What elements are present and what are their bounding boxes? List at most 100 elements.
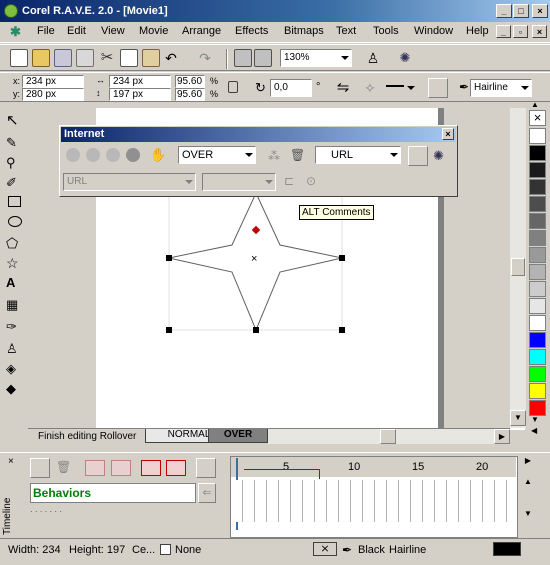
- star-tool-icon[interactable]: ☆: [6, 254, 24, 272]
- eyedropper-tool-icon[interactable]: ✑: [6, 318, 24, 336]
- corel-online-icon[interactable]: ✺: [396, 49, 414, 67]
- internet-close-button[interactable]: ×: [442, 128, 454, 140]
- finish-editing-rollover-tab[interactable]: Finish editing Rollover: [38, 431, 136, 442]
- timeline-scroll-down-icon[interactable]: ▼: [520, 509, 536, 523]
- palette-expand-icon[interactable]: ◀: [531, 426, 537, 435]
- app-icon[interactable]: [4, 4, 18, 18]
- frame-cells[interactable]: [231, 480, 516, 522]
- doc-icon[interactable]: ✱: [10, 25, 22, 38]
- url-dropdown[interactable]: URL: [315, 146, 401, 164]
- hotspot-icon[interactable]: ✋: [150, 146, 168, 164]
- color-swatch[interactable]: [529, 213, 546, 229]
- delete-icon[interactable]: 🗑: [290, 148, 305, 162]
- menu-bitmaps[interactable]: Bitmaps: [284, 25, 324, 37]
- selection-handle[interactable]: [339, 327, 345, 333]
- lock-ratio-icon[interactable]: [228, 81, 238, 93]
- fill-swatch[interactable]: [160, 544, 171, 555]
- wrap-text-icon[interactable]: ✧: [360, 78, 380, 98]
- menu-text[interactable]: Text: [336, 25, 356, 37]
- zoom-tool-icon[interactable]: ⚲: [6, 154, 24, 172]
- behavior-row[interactable]: · · · · · · ·: [30, 507, 220, 517]
- link-ok-icon[interactable]: [126, 148, 140, 162]
- color-swatch[interactable]: [529, 349, 546, 365]
- freehand-tool-icon[interactable]: ✐: [6, 174, 24, 192]
- object-info-icon[interactable]: [408, 146, 428, 166]
- color-swatch[interactable]: [529, 145, 546, 161]
- menu-effects[interactable]: Effects: [235, 25, 268, 37]
- selection-handle[interactable]: [339, 255, 345, 261]
- selection-handle[interactable]: [166, 327, 172, 333]
- menu-arrange[interactable]: Arrange: [182, 25, 221, 37]
- scroll-right-button[interactable]: ▶: [494, 429, 510, 444]
- color-swatch[interactable]: [529, 264, 546, 280]
- zoom-dropdown[interactable]: 130%: [280, 49, 352, 67]
- menu-view[interactable]: View: [101, 25, 125, 37]
- minimize-button[interactable]: _: [496, 4, 512, 18]
- shape-tool-icon[interactable]: ✎: [6, 134, 24, 152]
- horizontal-scrollbar[interactable]: ▶: [268, 429, 510, 444]
- mirror-icon[interactable]: ⇋: [333, 78, 353, 98]
- color-swatch[interactable]: [529, 400, 546, 416]
- maximize-button[interactable]: □: [513, 4, 529, 18]
- doc-restore-button[interactable]: ▫: [513, 25, 528, 38]
- scale-y-field[interactable]: 95.60: [175, 88, 205, 101]
- bookmark-icon[interactable]: ⊏: [284, 174, 302, 190]
- menu-help[interactable]: Help: [466, 25, 489, 37]
- interactive-fill-icon[interactable]: ◆: [6, 380, 24, 398]
- menu-window[interactable]: Window: [414, 25, 453, 37]
- y-position-field[interactable]: 280 px: [22, 88, 84, 101]
- color-swatch[interactable]: [529, 315, 546, 331]
- selection-handle[interactable]: [166, 255, 172, 261]
- height-field[interactable]: 197 px: [109, 88, 171, 101]
- interactive-tool-icon[interactable]: ▦: [6, 296, 24, 314]
- palette-up-icon[interactable]: ▲: [531, 100, 539, 109]
- copy-icon[interactable]: [120, 49, 138, 67]
- new-icon[interactable]: [10, 49, 28, 67]
- color-swatch[interactable]: [529, 128, 546, 144]
- color-swatch[interactable]: [529, 332, 546, 348]
- doc-close-button[interactable]: ×: [532, 25, 547, 38]
- delete-frame-icon[interactable]: [111, 460, 131, 476]
- color-swatch[interactable]: [529, 162, 546, 178]
- save-icon[interactable]: [54, 49, 72, 67]
- color-swatch[interactable]: [529, 179, 546, 195]
- scroll-thumb[interactable]: [511, 258, 525, 276]
- rollover-state-dropdown[interactable]: OVER: [178, 146, 256, 164]
- timeline-scroll-right-icon[interactable]: ▶: [520, 456, 536, 470]
- color-swatch[interactable]: [529, 383, 546, 399]
- pick-tool-icon[interactable]: ↖: [6, 112, 24, 130]
- redo-icon[interactable]: ↷: [196, 49, 214, 67]
- new-behavior-icon[interactable]: [30, 458, 50, 478]
- width-field[interactable]: 234 px: [109, 75, 171, 88]
- vertical-scrollbar[interactable]: ▼: [510, 108, 526, 428]
- outline-tool-icon[interactable]: ♙: [6, 340, 24, 358]
- close-button[interactable]: ×: [532, 4, 548, 18]
- over-tab[interactable]: OVER: [208, 429, 268, 443]
- cut-icon[interactable]: ✂: [98, 49, 116, 67]
- link-check-icon[interactable]: [86, 148, 100, 162]
- outline-swatch[interactable]: ⨯: [313, 542, 337, 556]
- rollover-edit-icon[interactable]: ⁂: [268, 148, 284, 164]
- color-swatch[interactable]: [529, 298, 546, 314]
- import-icon[interactable]: [234, 49, 252, 67]
- timeline-scroll-up-icon[interactable]: ▲: [520, 477, 536, 491]
- color-swatch[interactable]: [529, 230, 546, 246]
- chevron-down-icon[interactable]: [407, 86, 415, 90]
- link-icon[interactable]: [66, 148, 80, 162]
- behaviors-field[interactable]: Behaviors: [30, 483, 196, 503]
- paste-icon[interactable]: [142, 49, 160, 67]
- delete-behavior-icon[interactable]: 🗑: [56, 460, 72, 476]
- palette-down-icon[interactable]: ▼: [531, 415, 539, 424]
- internet-objects-icon[interactable]: ✺: [433, 148, 451, 164]
- url-field[interactable]: URL: [63, 173, 196, 191]
- color-swatch[interactable]: [529, 196, 546, 212]
- fill-tool-icon[interactable]: ◈: [6, 360, 24, 378]
- color-swatch[interactable]: [529, 281, 546, 297]
- open-icon[interactable]: [32, 49, 50, 67]
- menu-edit[interactable]: Edit: [67, 25, 86, 37]
- ellipse-tool-icon[interactable]: [8, 216, 22, 227]
- export-icon[interactable]: [254, 49, 272, 67]
- x-position-field[interactable]: 234 px: [22, 75, 84, 88]
- print-icon[interactable]: [76, 49, 94, 67]
- undo-icon[interactable]: ↶: [162, 49, 180, 67]
